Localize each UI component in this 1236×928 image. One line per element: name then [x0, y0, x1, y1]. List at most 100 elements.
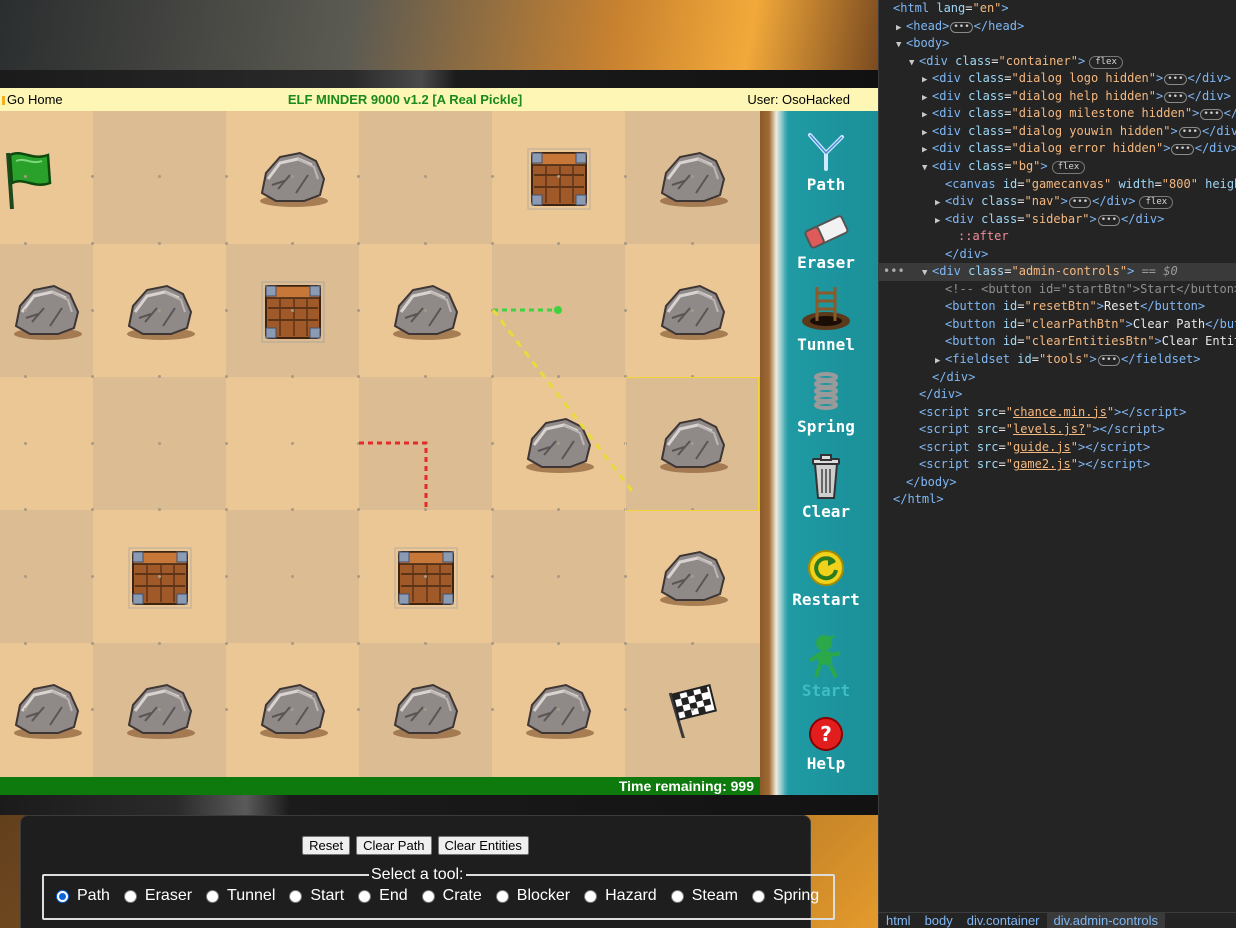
grid-dot [291, 309, 294, 312]
radio-label: End [379, 887, 408, 904]
radio-label: Path [77, 887, 110, 904]
grid-dot [624, 708, 627, 711]
sidebar-tool-tunnel[interactable]: Tunnel [790, 283, 862, 354]
selected-cell-highlight [625, 377, 759, 511]
sidebar-tool-clear[interactable]: Clear [790, 454, 862, 521]
dom-node[interactable]: <button id="clearEntitiesBtn">Clear Enti… [879, 333, 1236, 351]
radio-button[interactable] [670, 889, 684, 903]
grid-cell[interactable] [0, 510, 93, 643]
trash-icon [790, 454, 862, 500]
breadcrumb-item[interactable]: body [918, 913, 960, 928]
grid-dot [557, 309, 560, 312]
grid-cell[interactable] [0, 111, 93, 244]
dom-node[interactable]: ▶ <head> ••• </head> [879, 18, 1024, 36]
grid-dot [24, 442, 27, 445]
grid-dot [24, 575, 27, 578]
more-options-icon[interactable]: ••• [883, 263, 905, 281]
grid-dot [158, 242, 161, 245]
grid-dot [91, 708, 94, 711]
radio-button[interactable] [123, 889, 137, 903]
go-home-link[interactable]: Go Home [2, 92, 63, 107]
radio-button[interactable] [358, 889, 372, 903]
tool-radio-eraser[interactable]: Eraser [123, 887, 192, 905]
dom-node-selected[interactable]: ••• ▼ <div class="admin-controls"> == $0 [879, 263, 1236, 281]
grid-dot [24, 508, 27, 511]
grid-cell[interactable] [0, 244, 93, 377]
radio-button[interactable] [289, 889, 303, 903]
sidebar-tool-restart[interactable]: Restart [790, 548, 862, 609]
dom-node[interactable]: ▶ <div class="dialog milestone hidden"> ••… [879, 105, 1236, 123]
grid-dot [291, 708, 294, 711]
grid-dot [158, 642, 161, 645]
tool-radio-path[interactable]: Path [56, 887, 110, 905]
dom-node[interactable]: ::after [879, 228, 1009, 246]
grid-dot [357, 442, 360, 445]
tool-radio-hazard[interactable]: Hazard [584, 887, 657, 905]
dom-node[interactable]: ▶ <fieldset id="tools"> ••• </fieldset> [879, 351, 1201, 369]
grid-dot [557, 575, 560, 578]
sidebar-tool-spring[interactable]: Spring [790, 371, 862, 436]
dom-node[interactable]: </div> [879, 386, 962, 404]
dom-node[interactable]: ▼ <div class="bg"> flex [879, 158, 1086, 176]
grid-dot [24, 175, 27, 178]
dom-node[interactable]: ▶ <div class="nav"> ••• </div> flex [879, 193, 1174, 211]
tool-radio-blocker[interactable]: Blocker [495, 887, 570, 905]
grid-dot [91, 642, 94, 645]
dom-node[interactable]: </body> [879, 474, 957, 492]
nav-bar: Go Home ELF MINDER 9000 v1.2 [A Real Pic… [0, 88, 878, 111]
grid-dot [225, 508, 228, 511]
radio-button[interactable] [206, 889, 220, 903]
dom-node[interactable]: ▼ <div class="container"> flex [879, 53, 1123, 71]
dom-node[interactable]: ▶ <div class="dialog logo hidden"> ••• </di… [879, 70, 1231, 88]
sidebar-tool-help[interactable]: ? Help [790, 716, 862, 773]
breadcrumb-item[interactable]: div.container [960, 913, 1047, 928]
dom-node[interactable]: <button id="resetBtn">Reset</button> [879, 298, 1205, 316]
tool-radio-spring[interactable]: Spring [751, 887, 819, 905]
radio-button[interactable] [421, 889, 435, 903]
dom-node[interactable]: <html lang="en"> [879, 0, 1009, 18]
sidebar-tool-eraser[interactable]: Eraser [790, 211, 862, 272]
radio-button[interactable] [584, 889, 598, 903]
game-grid[interactable] [0, 111, 760, 777]
dom-node[interactable]: ▶ <div class="dialog error hidden"> ••• </d… [879, 140, 1236, 158]
grid-dot [91, 508, 94, 511]
dom-node[interactable]: </div> [879, 369, 975, 387]
dom-node[interactable]: ▶ <div class="dialog youwin hidden"> ••• </… [879, 123, 1236, 141]
dom-node[interactable]: ▼ <body> [879, 35, 949, 53]
tool-radio-end[interactable]: End [358, 887, 408, 905]
sidebar-tool-start[interactable]: Start [790, 631, 862, 700]
radio-button[interactable] [495, 889, 509, 903]
grid-dot [491, 175, 494, 178]
radio-button[interactable] [751, 889, 765, 903]
grid-dot [225, 642, 228, 645]
dom-node[interactable]: <script src="guide.js"></script> [879, 439, 1150, 457]
breadcrumb-item[interactable]: div.admin-controls [1046, 913, 1166, 928]
radio-button[interactable] [56, 889, 69, 903]
dom-node[interactable]: <script src="levels.js?"></script> [879, 421, 1165, 439]
grid-cell[interactable] [0, 377, 93, 510]
dom-node[interactable]: </div> [879, 246, 988, 264]
grid-dot [291, 375, 294, 378]
reset-button[interactable]: Reset [302, 836, 351, 855]
dom-node[interactable]: ▶ <div class="dialog help hidden"> ••• </di… [879, 88, 1231, 106]
dom-node[interactable]: <button id="clearPathBtn">Clear Path</bu… [879, 316, 1236, 334]
breadcrumb-item[interactable]: html [879, 913, 918, 928]
dom-node[interactable]: </html> [879, 491, 944, 509]
dom-node[interactable]: <canvas id="gamecanvas" width="800" heig… [879, 176, 1236, 194]
sidebar-tool-path[interactable]: Path [790, 129, 862, 194]
dom-node[interactable]: <script src="chance.min.js"></script> [879, 404, 1186, 422]
tool-radio-start[interactable]: Start [289, 887, 344, 905]
svg-text:?: ? [820, 722, 832, 746]
dom-node[interactable]: <script src="game2.js"></script> [879, 456, 1150, 474]
time-remaining: Time remaining: 999 [0, 777, 760, 795]
grid-dot [24, 309, 27, 312]
tool-radio-tunnel[interactable]: Tunnel [206, 887, 275, 905]
clear-path-button[interactable]: Clear Path [356, 836, 432, 855]
grid-dot [91, 575, 94, 578]
dom-node[interactable]: <!-- <button id="startBtn">Start</button… [879, 281, 1236, 299]
tool-radio-crate[interactable]: Crate [421, 887, 482, 905]
grid-cell[interactable] [0, 643, 93, 777]
clear-entities-button[interactable]: Clear Entities [437, 836, 529, 855]
tool-radio-steam[interactable]: Steam [670, 887, 738, 905]
dom-node[interactable]: ▶ <div class="sidebar"> ••• </div> [879, 211, 1164, 229]
